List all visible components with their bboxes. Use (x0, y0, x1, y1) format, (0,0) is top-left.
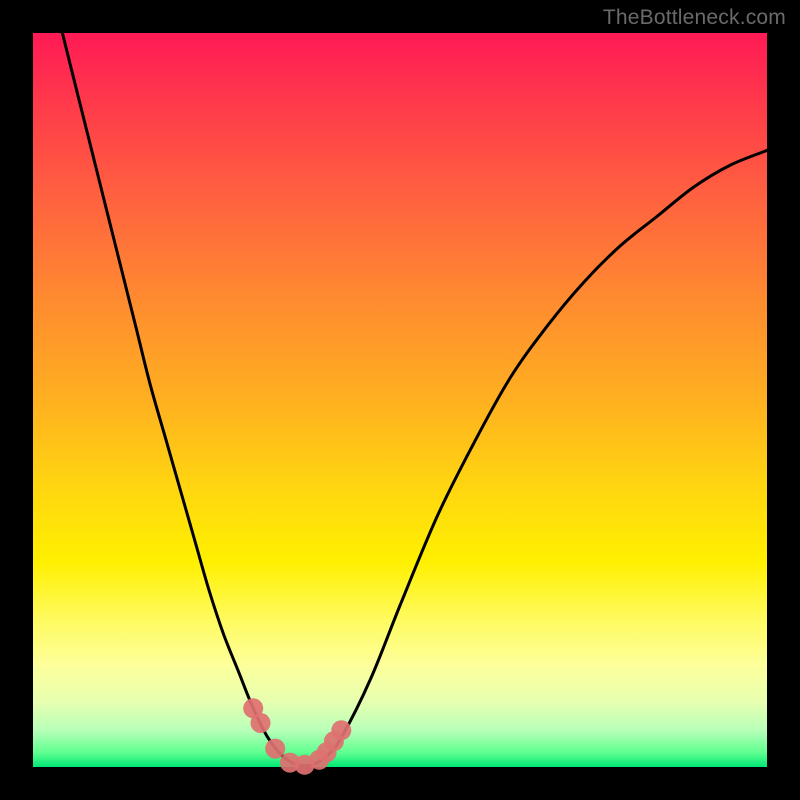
curve-marker (331, 720, 351, 740)
curve-markers (243, 698, 351, 775)
plot-area (33, 33, 767, 767)
bottleneck-curve (62, 33, 767, 766)
chart-frame: TheBottleneck.com (0, 0, 800, 800)
watermark-text: TheBottleneck.com (603, 6, 786, 30)
curve-marker (251, 713, 271, 733)
chart-svg (33, 33, 767, 767)
curve-marker (265, 739, 285, 759)
